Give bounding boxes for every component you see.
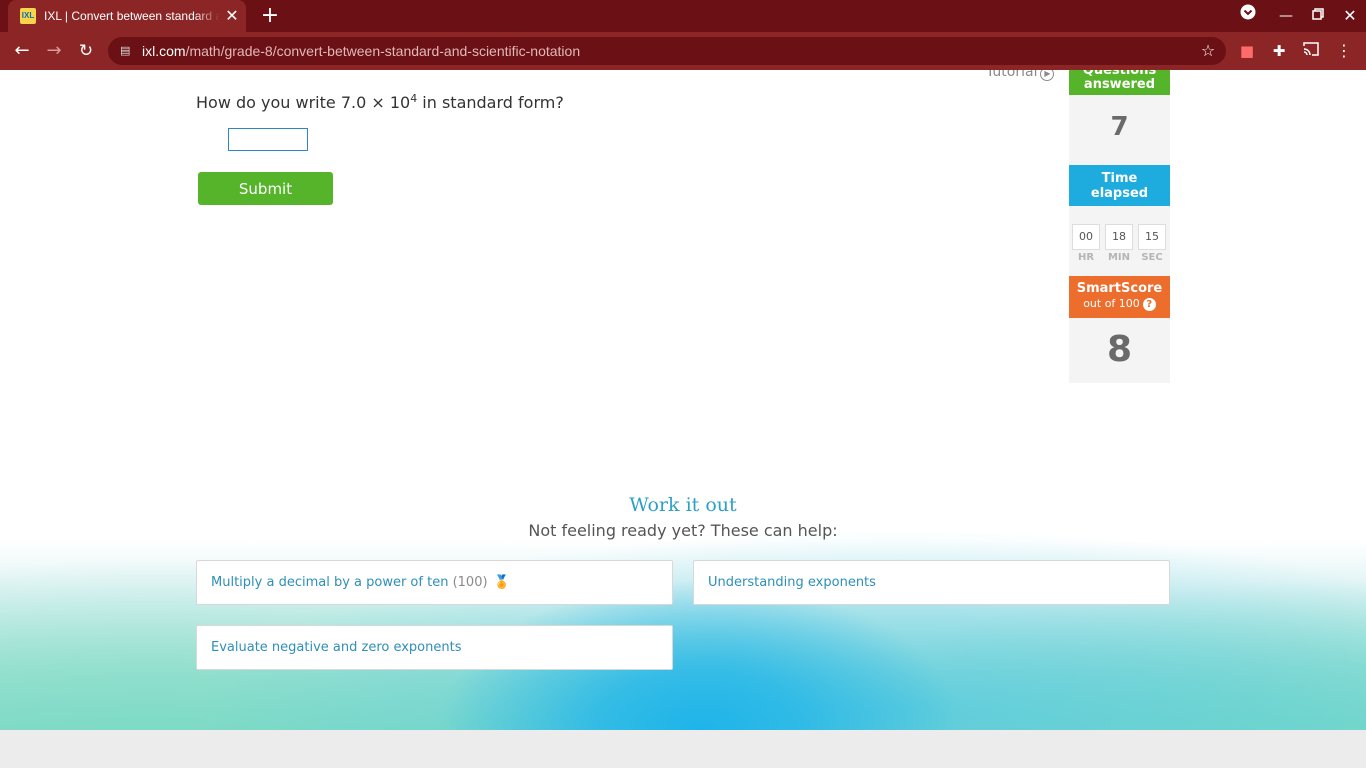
address-bar[interactable]: ▤ ixl.com/math/grade-8/convert-between-s…	[108, 37, 1226, 65]
play-circle-icon: ▶	[1040, 70, 1055, 81]
tab-search-dropdown-icon[interactable]	[1236, 4, 1260, 28]
new-tab-plus-icon[interactable]: +	[258, 4, 282, 28]
browser-titlebar: IXL IXL | Convert between standard and s…	[0, 0, 1366, 32]
reload-icon[interactable]: ↻	[74, 39, 98, 63]
forward-arrow-icon[interactable]: →	[42, 39, 66, 63]
window-minimize-icon[interactable]: —	[1274, 4, 1298, 28]
screen-recorder-extension-icon[interactable]: ■	[1235, 39, 1259, 63]
ixl-favicon-icon: IXL	[20, 8, 36, 24]
smartscore-help-icon[interactable]: ?	[1142, 298, 1156, 311]
question-text: How do you write 7.0 × 104 in standard f…	[196, 92, 564, 112]
browser-menu-icon[interactable]: ⋮	[1332, 39, 1356, 63]
timer-minutes: 18	[1105, 224, 1133, 250]
page-bottom-margin	[0, 730, 1366, 768]
browser-toolbar: ← → ↻ ▤ ixl.com/math/grade-8/convert-bet…	[0, 32, 1366, 70]
smartscore-header: SmartScore out of 100?	[1069, 276, 1170, 318]
timer-seconds: 15	[1138, 224, 1166, 250]
browser-tab[interactable]: IXL IXL | Convert between standard and s…	[8, 0, 246, 32]
site-info-icon[interactable]: ▤	[120, 44, 134, 58]
tutorial-link[interactable]: Tutorial ▶	[986, 70, 1055, 81]
timer-hours: 00	[1072, 224, 1100, 250]
tab-title: IXL | Convert between standard and scien…	[44, 9, 220, 23]
stats-sidebar: Questions answered 7 Time elapsed 00 18 …	[1069, 70, 1170, 383]
answer-input[interactable]	[228, 128, 308, 151]
timer-seconds-label: SEC	[1141, 252, 1163, 263]
questions-answered-header: Questions answered	[1069, 70, 1170, 95]
work-it-out-subtitle: Not feeling ready yet? These can help:	[528, 521, 838, 540]
tab-close-icon[interactable]: ✕	[224, 8, 240, 24]
timer-minutes-label: MIN	[1107, 252, 1131, 263]
submit-button[interactable]: Submit	[198, 172, 333, 205]
medal-icon: 🏅	[493, 575, 510, 590]
extensions-puzzle-icon[interactable]: ✚	[1267, 39, 1291, 63]
help-card-negative-zero-exponents[interactable]: Evaluate negative and zero exponents	[196, 625, 673, 670]
cast-icon[interactable]	[1299, 39, 1323, 63]
back-arrow-icon[interactable]: ←	[10, 39, 34, 63]
window-restore-icon[interactable]	[1306, 4, 1330, 28]
smartscore-value: 8	[1106, 329, 1133, 370]
time-elapsed-header: Time elapsed	[1069, 165, 1170, 206]
timer-hours-label: HR	[1077, 252, 1095, 263]
work-it-out-title: Work it out	[629, 494, 737, 516]
help-card-understanding-exponents[interactable]: Understanding exponents	[693, 560, 1170, 605]
help-card-multiply-decimal[interactable]: Multiply a decimal by a power of ten (10…	[196, 560, 673, 605]
page-content: Tutorial ▶ How do you write 7.0 × 104 in …	[0, 70, 1366, 730]
url-text[interactable]: ixl.com/math/grade-8/convert-between-sta…	[142, 37, 580, 65]
window-close-icon[interactable]: ✕	[1338, 4, 1362, 28]
bookmark-star-icon[interactable]: ☆	[1198, 41, 1218, 61]
questions-answered-value: 7	[1110, 112, 1129, 142]
